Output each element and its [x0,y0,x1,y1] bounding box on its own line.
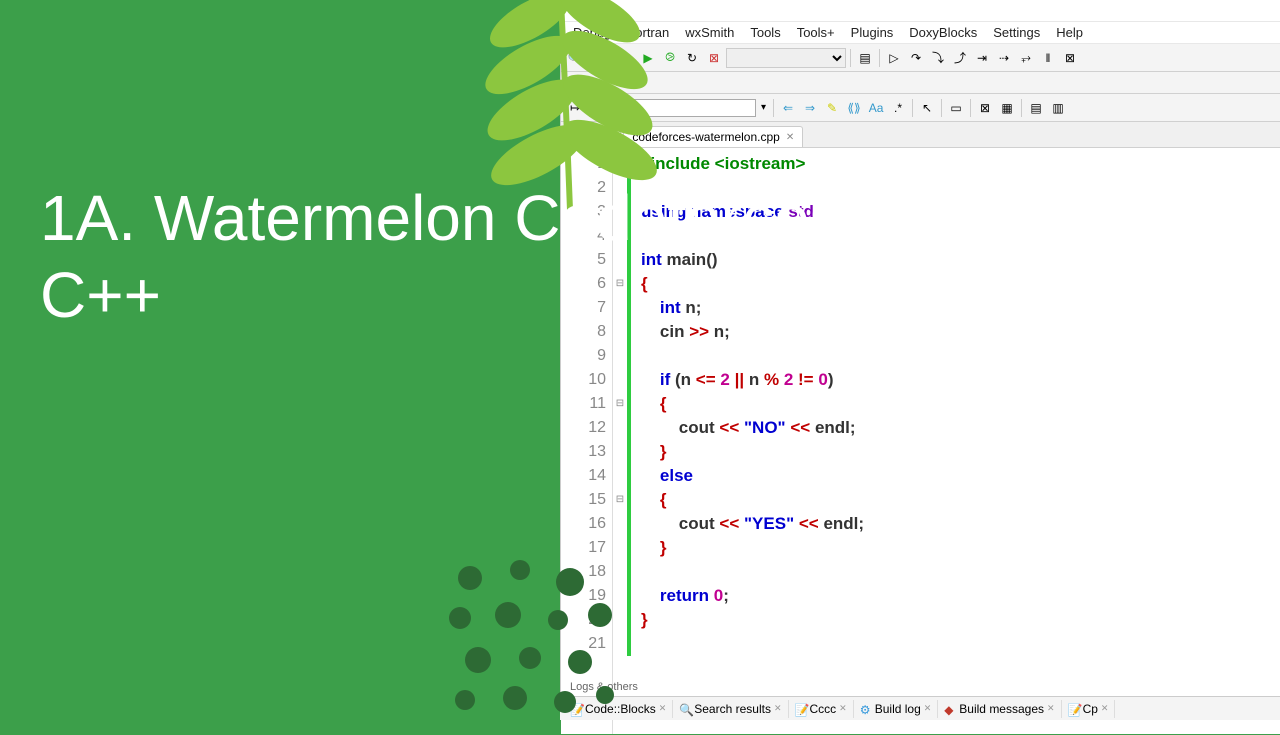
nav-next-icon[interactable]: ⇒ [800,98,820,118]
whole-word-icon[interactable]: Aa [866,98,886,118]
close-tab-icon[interactable]: ✕ [786,132,794,143]
step-into-icon[interactable]: ⤵ [928,48,948,68]
close-icon[interactable]: ✕ [659,703,667,714]
box3-icon[interactable]: ▤ [1026,98,1046,118]
cursor-icon[interactable]: ↖ [917,98,937,118]
slide-title: 1A. Watermelon Codeforces Solution in C+… [40,180,1280,334]
bottom-tab-search-results[interactable]: 🔍Search results✕ [673,700,788,718]
dots-decoration [440,560,620,735]
step-out-icon[interactable]: ⤴ [950,48,970,68]
close-icon[interactable]: ✕ [774,703,782,714]
step-over-icon[interactable]: ↷ [906,48,926,68]
box1-icon[interactable]: ⊠ [975,98,995,118]
menu-help[interactable]: Help [1048,23,1091,42]
debug-run-icon[interactable]: ▷ [884,48,904,68]
debug-pause-icon[interactable]: ‖ [1038,48,1058,68]
debug-stop-icon[interactable]: ⊠ [1060,48,1080,68]
regex-icon[interactable]: .* [888,98,908,118]
menu-plugins[interactable]: Plugins [843,23,902,42]
close-icon[interactable]: ✕ [924,703,932,714]
nav-prev-icon[interactable]: ⇐ [778,98,798,118]
step-next-icon[interactable]: ⇥ [972,48,992,68]
step-instr-icon[interactable]: ⇢ [994,48,1014,68]
menu-settings[interactable]: Settings [985,23,1048,42]
box2-icon[interactable]: ▦ [997,98,1017,118]
bottom-tab-build-messages[interactable]: ◆Build messages✕ [938,700,1061,718]
bottom-tab-cccc[interactable]: 📝Cccc✕ [789,700,854,718]
close-icon[interactable]: ✕ [1047,703,1055,714]
match-case-icon[interactable]: ⟪⟫ [844,98,864,118]
highlight-icon[interactable]: ✎ [822,98,842,118]
close-icon[interactable]: ✕ [1101,703,1109,714]
box4-icon[interactable]: ▥ [1048,98,1068,118]
bottom-tab-build-log[interactable]: ⚙Build log✕ [854,700,939,718]
menu-toolsplus[interactable]: Tools+ [789,23,843,42]
bottom-tab-bar: 📝Code::Blocks✕🔍Search results✕📝Cccc✕⚙Bui… [560,696,1280,720]
close-icon[interactable]: ✕ [839,703,847,714]
menu-doxyblocks[interactable]: DoxyBlocks [901,23,985,42]
build-target-select[interactable] [726,48,846,68]
step-asm-icon[interactable]: ⥅ [1016,48,1036,68]
bottom-tab-cp[interactable]: 📝Cp✕ [1062,700,1116,718]
menu-tools[interactable]: Tools [742,23,788,42]
doc-icon[interactable]: ▤ [855,48,875,68]
rect-tool-icon[interactable]: ▭ [946,98,966,118]
